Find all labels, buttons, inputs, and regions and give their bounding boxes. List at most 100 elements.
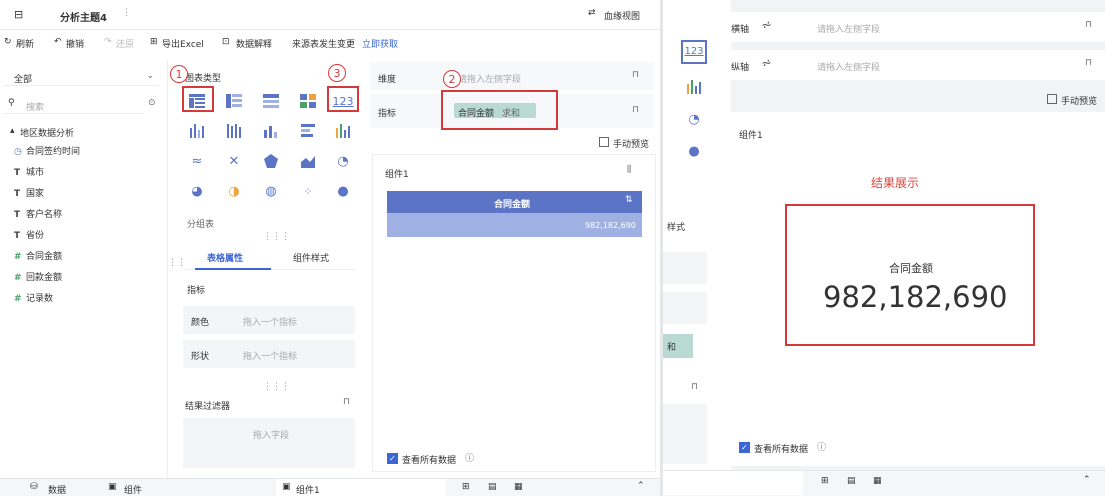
field-item[interactable]: # 记录数 bbox=[14, 291, 53, 304]
data-explain-button[interactable]: 数据解释 bbox=[236, 37, 272, 50]
bar-chart-icon[interactable] bbox=[184, 120, 210, 142]
field-item[interactable]: T 客户名称 bbox=[14, 207, 62, 220]
metric-chip-partial: 和 bbox=[663, 334, 693, 358]
field-item[interactable]: T 国家 bbox=[14, 186, 44, 199]
field-item[interactable]: # 回款金额 bbox=[14, 270, 62, 283]
area-chart-icon[interactable] bbox=[295, 150, 321, 172]
lock-icon[interactable]: ⊓ bbox=[691, 382, 698, 392]
kpi-label: 合同金额 bbox=[889, 262, 933, 275]
collapse-up-icon[interactable]: ⌃ bbox=[1083, 475, 1091, 485]
result-panel: 123 ◔ ● 样式 和 ⊓ 横轴 ⩫ 请拖入左侧字段 ⊓ 纵轴 ⩫ 请拖入左侧… bbox=[663, 0, 1105, 496]
group-caret-icon[interactable]: ▴ bbox=[10, 126, 15, 136]
field-item[interactable]: ◷ 合同签约时间 bbox=[14, 144, 80, 157]
undo-button[interactable]: 撤销 bbox=[66, 37, 84, 50]
top-bar: ⊟ 分析主题4 ⋮ ⇄ 血缘视图 bbox=[0, 0, 661, 30]
combo-chart-icon[interactable] bbox=[681, 76, 707, 98]
style-tab-partial[interactable]: 样式 bbox=[667, 220, 685, 233]
x-axis-placeholder[interactable]: 请拖入左侧字段 bbox=[817, 22, 880, 35]
lock-icon[interactable]: ⊓ bbox=[632, 70, 639, 80]
ai-icon[interactable]: ⊙ bbox=[148, 98, 156, 108]
tab-data[interactable]: 数据 bbox=[48, 483, 66, 496]
info-icon[interactable]: ⓘ bbox=[817, 440, 826, 453]
gauge-icon[interactable]: ◔ bbox=[681, 108, 707, 130]
color-dropzone[interactable]: 颜色 拖入一个指标 bbox=[183, 306, 355, 334]
multi-line-icon[interactable]: ✕ bbox=[221, 150, 247, 172]
annotation-marker-2: 2 bbox=[443, 70, 461, 88]
y-axis-row: 纵轴 ⩫ 请拖入左侧字段 ⊓ bbox=[721, 50, 1105, 80]
more-icon[interactable]: ⋮ bbox=[122, 8, 131, 18]
search-input[interactable]: ⚲ 搜索 bbox=[4, 96, 144, 114]
lock-icon[interactable]: ⊓ bbox=[1085, 58, 1092, 68]
add-table-icon[interactable]: ▤ bbox=[847, 476, 856, 486]
undo-icon[interactable]: ↶ bbox=[54, 37, 62, 47]
x-axis-label: 横轴 bbox=[731, 25, 750, 35]
tab-table-properties[interactable]: 表格属性 bbox=[207, 251, 243, 264]
drag-handle-icon[interactable]: ⋮⋮⋮ bbox=[263, 382, 290, 392]
lineage-view-button[interactable]: 血缘视图 bbox=[604, 9, 640, 22]
shape-dropzone[interactable]: 形状 拖入一个指标 bbox=[183, 340, 355, 368]
database-icon: ⛁ bbox=[30, 482, 38, 492]
tab-component[interactable]: 组件 bbox=[124, 483, 142, 496]
add-table-icon[interactable]: ▤ bbox=[488, 482, 497, 492]
dimension-placeholder[interactable]: 请拖入左侧字段 bbox=[458, 72, 521, 85]
detail-table-icon[interactable] bbox=[221, 90, 247, 112]
refresh-icon[interactable]: ↻ bbox=[4, 37, 12, 47]
bubble-icon[interactable]: ● bbox=[681, 140, 707, 162]
pie-chart-icon[interactable]: ◕ bbox=[184, 180, 210, 202]
sort-icon[interactable]: ⇅ bbox=[625, 195, 633, 205]
radar-icon[interactable] bbox=[258, 150, 284, 172]
column-chart-icon[interactable] bbox=[258, 120, 284, 142]
field-label: 城市 bbox=[26, 168, 45, 178]
pivot-icon[interactable] bbox=[295, 90, 321, 112]
view-all-checkbox[interactable]: ✓ bbox=[739, 442, 750, 453]
settings-icon[interactable]: ⫼ bbox=[627, 165, 631, 175]
fetch-now-link[interactable]: 立即获取 bbox=[362, 37, 398, 50]
add-chart-icon[interactable]: ⊞ bbox=[821, 476, 829, 486]
export-excel-button[interactable]: 导出Excel bbox=[162, 37, 204, 50]
line-chart-icon[interactable]: ≈ bbox=[184, 150, 210, 172]
manual-preview-checkbox[interactable] bbox=[599, 137, 609, 147]
stacked-bar-icon[interactable] bbox=[221, 120, 247, 142]
tab-component-style[interactable]: 组件样式 bbox=[293, 251, 329, 264]
redo-button[interactable]: 还原 bbox=[116, 37, 134, 50]
horizontal-bar-icon[interactable] bbox=[295, 120, 321, 142]
toolbar: ↻ 刷新 ↶ 撤销 ↷ 还原 ⊞ 导出Excel ⊡ 数据解释 来源表发生变更 立即获取 bbox=[0, 30, 661, 55]
info-icon[interactable]: ⓘ bbox=[465, 451, 474, 464]
tab-component1-active[interactable]: ▣ 组件1 bbox=[276, 479, 446, 497]
add-text-icon[interactable]: ▦ bbox=[873, 476, 882, 486]
y-axis-placeholder[interactable]: 请拖入左侧字段 bbox=[817, 60, 880, 73]
view-all-checkbox[interactable]: ✓ bbox=[387, 453, 398, 464]
cross-table-icon[interactable] bbox=[258, 90, 284, 112]
lock-icon[interactable]: ⊓ bbox=[1085, 20, 1092, 30]
combo-chart-icon[interactable] bbox=[330, 120, 356, 142]
kpi-card-icon[interactable]: 123 bbox=[681, 40, 707, 64]
manual-preview-label: 手动预览 bbox=[613, 140, 650, 150]
x-axis-type-icon[interactable]: ⩫ bbox=[761, 18, 772, 33]
manual-preview-checkbox[interactable] bbox=[1047, 94, 1057, 104]
map-icon[interactable]: ◍ bbox=[258, 180, 284, 202]
field-item[interactable]: T 城市 bbox=[14, 165, 44, 178]
filter-placeholder: 拖入字段 bbox=[253, 431, 290, 441]
annotation-box-1 bbox=[182, 86, 214, 112]
filter-clear-icon[interactable]: ⊓ bbox=[343, 397, 350, 407]
filter-dropzone[interactable]: 拖入字段 bbox=[183, 418, 355, 468]
field-label: 合同签约时间 bbox=[26, 147, 81, 157]
field-label: 客户名称 bbox=[26, 210, 63, 220]
field-item[interactable]: T 省份 bbox=[14, 228, 44, 241]
scope-select[interactable]: 全部 ⌄ bbox=[4, 68, 158, 86]
table-cell-value: 982,182,690 bbox=[585, 221, 636, 230]
add-text-icon[interactable]: ▦ bbox=[514, 482, 523, 492]
donut-chart-icon[interactable]: ◑ bbox=[221, 180, 247, 202]
field-item[interactable]: # 合同金额 bbox=[14, 249, 62, 262]
y-axis-type-icon[interactable]: ⩫ bbox=[761, 56, 772, 71]
refresh-button[interactable]: 刷新 bbox=[16, 37, 34, 50]
scatter-icon[interactable]: ⁘ bbox=[295, 180, 321, 202]
add-chart-icon[interactable]: ⊞ bbox=[462, 482, 470, 492]
drag-handle-icon[interactable]: ⋮⋮⋮ bbox=[263, 232, 290, 242]
table-header-label: 合同金额 bbox=[494, 200, 531, 210]
collapse-icon[interactable]: ⊟ bbox=[14, 8, 23, 21]
collapse-up-icon[interactable]: ⌃ bbox=[637, 481, 645, 491]
bubble-icon[interactable]: ● bbox=[330, 180, 356, 202]
lock-icon[interactable]: ⊓ bbox=[632, 105, 639, 115]
gauge-icon[interactable]: ◔ bbox=[330, 150, 356, 172]
